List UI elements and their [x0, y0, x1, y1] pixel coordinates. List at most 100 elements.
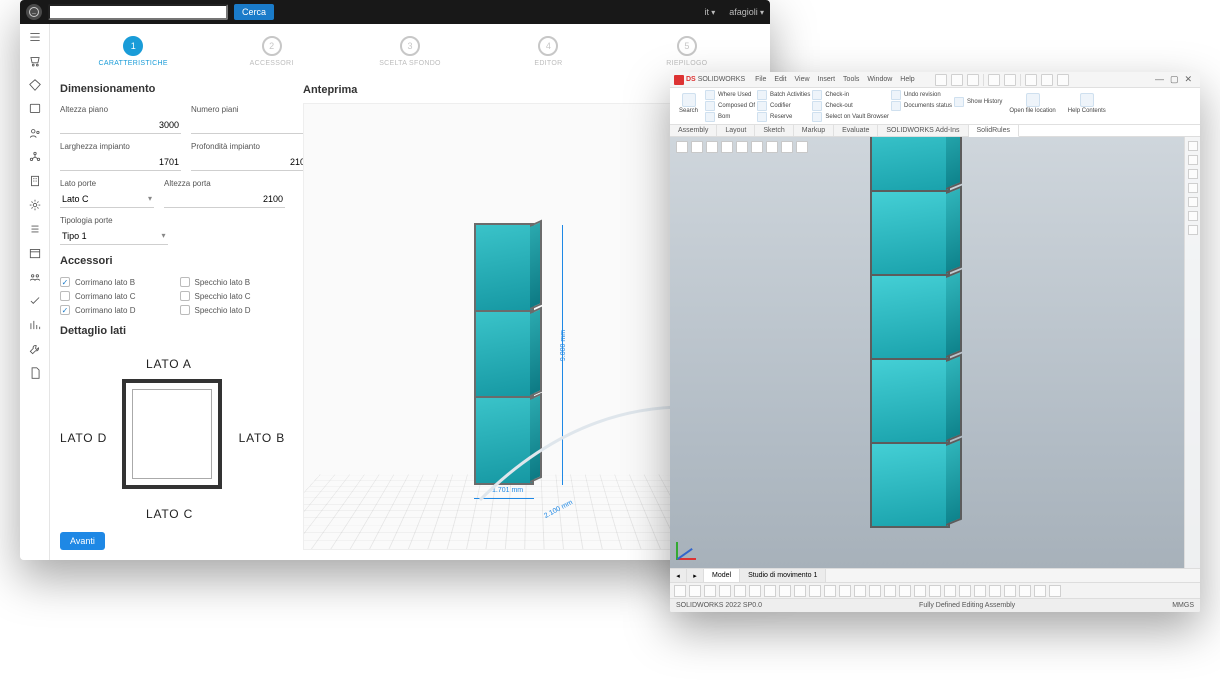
inp-altezza-piano[interactable] [60, 116, 181, 134]
bt-ico[interactable] [674, 585, 686, 597]
inp-larghezza[interactable] [60, 153, 181, 171]
users-icon[interactable] [28, 126, 42, 140]
close-icon[interactable]: ✕ [1184, 74, 1192, 85]
bt-ico[interactable] [869, 585, 881, 597]
qat-home-icon[interactable] [935, 74, 947, 86]
hud-btn-9[interactable] [796, 141, 808, 153]
rb-checkin[interactable]: Check-in [812, 90, 889, 100]
building-icon[interactable] [28, 174, 42, 188]
rb-open-file-loc[interactable]: Open file location [1004, 90, 1060, 122]
bt-ico[interactable] [974, 585, 986, 597]
step-3[interactable]: 3SCELTA SFONDO [341, 36, 479, 67]
menu-insert[interactable]: Insert [818, 76, 836, 83]
menu-tools[interactable]: Tools [843, 76, 859, 83]
hud-btn-2[interactable] [691, 141, 703, 153]
hud-btn-7[interactable] [766, 141, 778, 153]
bt-ico[interactable] [1049, 585, 1061, 597]
bt-ico[interactable] [779, 585, 791, 597]
step-2[interactable]: 2ACCESSORI [202, 36, 340, 67]
rb-composed-of[interactable]: Composed Of [705, 101, 755, 111]
bt-ico[interactable] [884, 585, 896, 597]
bt-ico[interactable] [1004, 585, 1016, 597]
bt-prev-icon[interactable]: ◂ [670, 569, 687, 582]
step-5[interactable]: 5RIEPILOGO [618, 36, 756, 67]
hud-btn-8[interactable] [781, 141, 793, 153]
cart-icon[interactable] [28, 54, 42, 68]
tab-markup[interactable]: Markup [794, 125, 834, 136]
tool-icon[interactable] [28, 342, 42, 356]
folder-icon[interactable] [28, 102, 42, 116]
rb-reserve[interactable]: Reserve [757, 112, 810, 122]
bt-ico[interactable] [764, 585, 776, 597]
rb-batch[interactable]: Batch Activities [757, 90, 810, 100]
chk-specchio-c[interactable]: Specchio lato C [180, 291, 286, 301]
rb-help[interactable]: Help Contents [1063, 90, 1111, 122]
lang-dropdown[interactable]: it [704, 7, 715, 17]
menu-help[interactable]: Help [900, 76, 914, 83]
rr-6[interactable] [1188, 211, 1198, 221]
rr-3[interactable] [1188, 169, 1198, 179]
rr-1[interactable] [1188, 141, 1198, 151]
bt-ico[interactable] [914, 585, 926, 597]
doc-icon[interactable] [28, 366, 42, 380]
bt-ico[interactable] [899, 585, 911, 597]
next-button[interactable]: Avanti [60, 532, 105, 550]
menu-icon[interactable] [28, 30, 42, 44]
bt-model[interactable]: Model [704, 569, 740, 582]
rb-doc-status[interactable]: Documents status [891, 101, 952, 111]
org-icon[interactable] [28, 150, 42, 164]
hud-btn-3[interactable] [706, 141, 718, 153]
hud-btn-1[interactable] [676, 141, 688, 153]
tab-evaluate[interactable]: Evaluate [834, 125, 878, 136]
menu-view[interactable]: View [794, 76, 809, 83]
inp-altezza-porta[interactable] [164, 190, 285, 208]
rb-undo-rev[interactable]: Undo revision [891, 90, 952, 100]
bt-ico[interactable] [839, 585, 851, 597]
qat-open-icon[interactable] [967, 74, 979, 86]
bt-ico[interactable] [824, 585, 836, 597]
menu-window[interactable]: Window [867, 76, 892, 83]
chk-specchio-b[interactable]: Specchio lato B [180, 277, 286, 287]
tab-layout[interactable]: Layout [717, 125, 755, 136]
sel-tipologia[interactable]: Tipo 1 [60, 227, 168, 245]
calendar-icon[interactable] [28, 246, 42, 260]
rb-bom[interactable]: Bom [705, 112, 755, 122]
bt-ico[interactable] [719, 585, 731, 597]
inp-profondita[interactable] [191, 153, 312, 171]
bt-ico[interactable] [1019, 585, 1031, 597]
rr-4[interactable] [1188, 183, 1198, 193]
chk-specchio-d[interactable]: Specchio lato D [180, 305, 286, 315]
qat-save-icon[interactable] [988, 74, 1000, 86]
rr-5[interactable] [1188, 197, 1198, 207]
rb-show-history[interactable]: Show History [954, 97, 1002, 107]
chart-icon[interactable] [28, 318, 42, 332]
bt-ico[interactable] [959, 585, 971, 597]
hud-btn-4[interactable] [721, 141, 733, 153]
tab-sketch[interactable]: Sketch [755, 125, 793, 136]
rb-search[interactable]: Search [674, 90, 703, 122]
bt-ico[interactable] [809, 585, 821, 597]
bt-ico[interactable] [944, 585, 956, 597]
hud-btn-5[interactable] [736, 141, 748, 153]
rb-where-used[interactable]: Where Used [705, 90, 755, 100]
qat-print-icon[interactable] [1004, 74, 1016, 86]
hud-btn-6[interactable] [751, 141, 763, 153]
tab-solidrules[interactable]: SolidRules [969, 125, 1019, 137]
tag-icon[interactable] [28, 78, 42, 92]
bt-ico[interactable] [749, 585, 761, 597]
menu-file[interactable]: File [755, 76, 766, 83]
sw-viewport[interactable] [670, 137, 1200, 568]
bt-ico[interactable] [929, 585, 941, 597]
qat-new-icon[interactable] [951, 74, 963, 86]
check-icon[interactable] [28, 294, 42, 308]
rb-codifier[interactable]: Codifier [757, 101, 810, 111]
bt-ico[interactable] [989, 585, 1001, 597]
tab-assembly[interactable]: Assembly [670, 125, 717, 136]
bt-ico[interactable] [734, 585, 746, 597]
qat-opts-icon[interactable] [1057, 74, 1069, 86]
qat-redo-icon[interactable] [1041, 74, 1053, 86]
max-icon[interactable]: ▢ [1170, 74, 1179, 85]
chk-corrimano-d[interactable]: Corrimano lato D [60, 305, 166, 315]
qat-undo-icon[interactable] [1025, 74, 1037, 86]
step-1[interactable]: 1CARATTERISTICHE [64, 36, 202, 67]
